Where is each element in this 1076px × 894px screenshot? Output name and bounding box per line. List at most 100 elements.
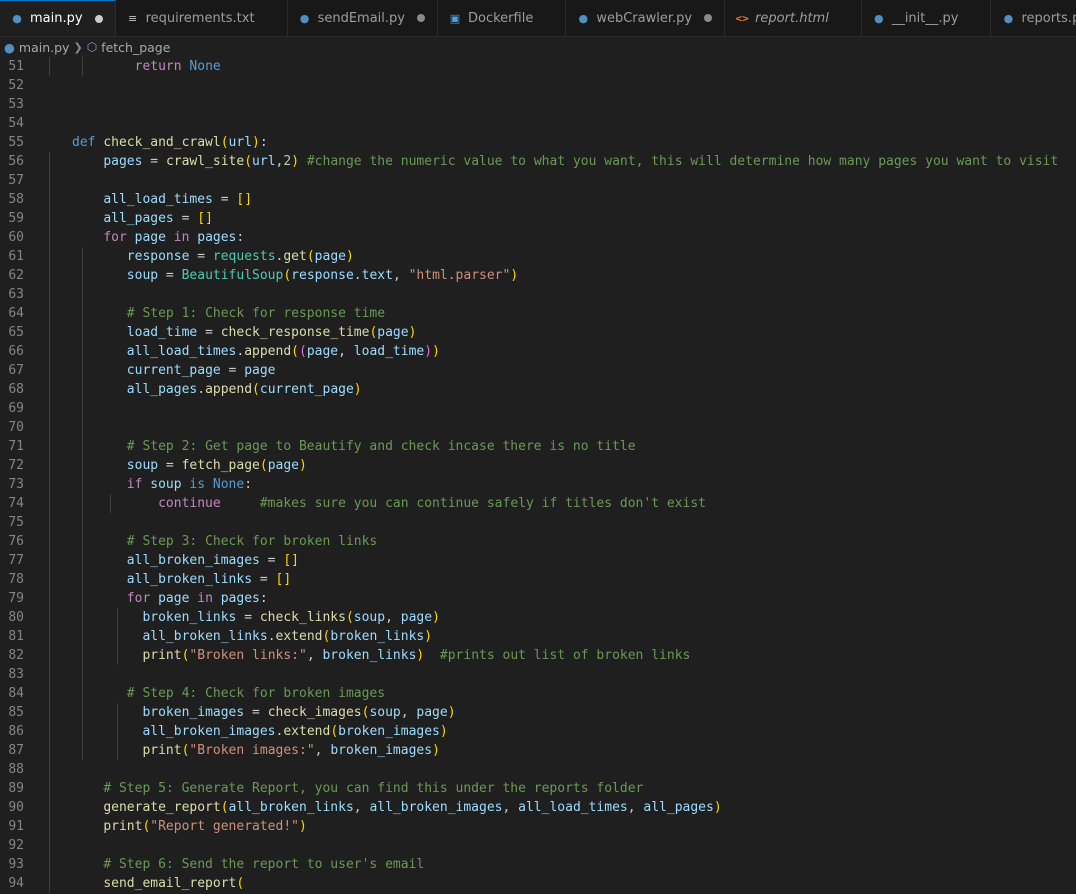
code-line[interactable]: 92 bbox=[0, 836, 1076, 855]
code-line[interactable]: 67 current_page = page bbox=[0, 361, 1076, 380]
code-token: = bbox=[158, 458, 182, 473]
indent-guide bbox=[82, 627, 83, 646]
code-line[interactable]: 70 bbox=[0, 418, 1076, 437]
code-line[interactable]: 75 bbox=[0, 513, 1076, 532]
code-line[interactable]: 93 # Step 6: Send the report to user's e… bbox=[0, 855, 1076, 874]
code-token: response bbox=[126, 249, 190, 264]
code-token: generate_report bbox=[103, 800, 221, 815]
code-line[interactable]: 94 send_email_report( bbox=[0, 874, 1076, 893]
breadcrumb-file[interactable]: main.py bbox=[19, 40, 70, 55]
code-token: all_broken_links bbox=[126, 572, 253, 587]
code-line[interactable]: 86 all_broken_images.extend(broken_image… bbox=[0, 722, 1076, 741]
code-text bbox=[24, 513, 1076, 532]
indent-guide bbox=[49, 361, 50, 380]
code-token: , bbox=[306, 648, 323, 663]
code-token: ) bbox=[299, 819, 307, 834]
code-line[interactable]: 69 bbox=[0, 399, 1076, 418]
code-line[interactable]: 79 for page in pages: bbox=[0, 589, 1076, 608]
tab-report-html[interactable]: <> report.html bbox=[725, 0, 862, 36]
code-token: load_time bbox=[126, 325, 198, 340]
tab-requirements-txt[interactable]: ≡ requirements.txt bbox=[116, 0, 288, 36]
code-editor[interactable]: 51 return None 52 53 54 55 def check_and_craw… bbox=[0, 57, 1076, 893]
code-line[interactable]: 90 generate_report(all_broken_links, all… bbox=[0, 798, 1076, 817]
indent-guide bbox=[49, 190, 50, 209]
code-token: : bbox=[236, 230, 245, 245]
python-icon: ● bbox=[874, 11, 884, 25]
code-line[interactable]: 51 return None bbox=[0, 57, 1076, 76]
code-line[interactable]: 82 print("Broken links:", broken_links) … bbox=[0, 646, 1076, 665]
code-text bbox=[24, 418, 1076, 437]
editor-tab-bar: ● main.py ≡ requirements.txt ● sendEmail.py ▣ D… bbox=[0, 0, 1076, 37]
tab-label: sendEmail.py bbox=[317, 10, 405, 26]
code-token: ( bbox=[330, 724, 339, 739]
breadcrumb-symbol[interactable]: fetch_page bbox=[101, 40, 170, 55]
code-line[interactable]: 65 load_time = check_response_time(page) bbox=[0, 323, 1076, 342]
code-token: for bbox=[126, 591, 151, 606]
code-line[interactable]: 59 all_pages = [] bbox=[0, 209, 1076, 228]
tab-reports-py[interactable]: ● reports.py bbox=[991, 0, 1076, 36]
code-line[interactable]: 77 all_broken_images = [] bbox=[0, 551, 1076, 570]
code-token: [] bbox=[283, 553, 299, 568]
unsaved-dot-icon[interactable] bbox=[94, 14, 103, 23]
code-token: page bbox=[377, 325, 409, 340]
code-token: soup bbox=[369, 705, 401, 720]
code-text: # Step 4: Check for broken images bbox=[24, 684, 1076, 703]
code-line[interactable]: 80 broken_links = check_links(soup, page… bbox=[0, 608, 1076, 627]
code-line[interactable]: 83 bbox=[0, 665, 1076, 684]
code-line[interactable]: 63 bbox=[0, 285, 1076, 304]
code-token: soup bbox=[353, 610, 386, 625]
indent-guide bbox=[82, 304, 83, 323]
code-token: [] bbox=[275, 572, 292, 587]
code-line[interactable]: 68 all_pages.append(current_page) bbox=[0, 380, 1076, 399]
code-line[interactable]: 52 bbox=[0, 76, 1076, 95]
code-line[interactable]: 61 response = requests.get(page) bbox=[0, 247, 1076, 266]
code-line[interactable]: 72 soup = fetch_page(page) bbox=[0, 456, 1076, 475]
code-line[interactable]: 78 all_broken_links = [] bbox=[0, 570, 1076, 589]
indent-guide bbox=[49, 779, 50, 798]
code-token: requests bbox=[212, 249, 276, 264]
code-line[interactable]: 74 continue #makes sure you can continue… bbox=[0, 494, 1076, 513]
tab-webcrawler-py[interactable]: ● webCrawler.py bbox=[566, 0, 726, 36]
code-text: soup = fetch_page(page) bbox=[24, 456, 1076, 475]
code-line[interactable]: 81 all_broken_links.extend(broken_links) bbox=[0, 627, 1076, 646]
code-token: all_broken_images bbox=[369, 800, 503, 815]
code-line[interactable]: 55 def check_and_crawl(url): bbox=[0, 133, 1076, 152]
code-text: all_broken_images = [] bbox=[24, 551, 1076, 570]
tab-dockerfile[interactable]: ▣ Dockerfile bbox=[438, 0, 567, 36]
tab--init-py[interactable]: ● __init__.py bbox=[862, 0, 992, 36]
code-line[interactable]: 64 # Step 1: Check for response time bbox=[0, 304, 1076, 323]
line-number: 56 bbox=[8, 154, 24, 169]
line-number: 84 bbox=[8, 686, 24, 701]
indent-guide bbox=[82, 475, 83, 494]
tab-sendemail-py[interactable]: ● sendEmail.py bbox=[288, 0, 438, 36]
code-line[interactable]: 91 print("Report generated!") bbox=[0, 817, 1076, 836]
indent-guide bbox=[49, 209, 50, 228]
code-line[interactable]: 89 # Step 5: Generate Report, you can fi… bbox=[0, 779, 1076, 798]
code-line[interactable]: 62 soup = BeautifulSoup(response.text, "… bbox=[0, 266, 1076, 285]
code-line[interactable]: 76 # Step 3: Check for broken links bbox=[0, 532, 1076, 551]
tab-main-py[interactable]: ● main.py bbox=[0, 0, 116, 36]
code-line[interactable]: 85 broken_images = check_images(soup, pa… bbox=[0, 703, 1076, 722]
code-line[interactable]: 87 print("Broken images:", broken_images… bbox=[0, 741, 1076, 760]
code-token: url bbox=[228, 135, 253, 150]
code-text bbox=[24, 171, 1076, 190]
code-line[interactable]: 71 # Step 2: Get page to Beautify and ch… bbox=[0, 437, 1076, 456]
unsaved-dot-icon[interactable] bbox=[704, 14, 713, 22]
code-line[interactable]: 88 bbox=[0, 760, 1076, 779]
code-line[interactable]: 54 bbox=[0, 114, 1076, 133]
indent-guide bbox=[49, 152, 50, 171]
code-line[interactable]: 56 pages = crawl_site(url,2) #change the… bbox=[0, 152, 1076, 171]
code-line[interactable]: 66 all_load_times.append((page, load_tim… bbox=[0, 342, 1076, 361]
code-token: # Step 1: Check for response time bbox=[126, 306, 386, 321]
code-line[interactable]: 57 bbox=[0, 171, 1076, 190]
code-line[interactable]: 58 all_load_times = [] bbox=[0, 190, 1076, 209]
code-line[interactable]: 60 for page in pages: bbox=[0, 228, 1076, 247]
unsaved-dot-icon[interactable] bbox=[417, 14, 425, 22]
indent-guide bbox=[117, 646, 118, 665]
code-line[interactable]: 73 if soup is None: bbox=[0, 475, 1076, 494]
code-token: pages bbox=[220, 591, 260, 606]
code-line[interactable]: 84 # Step 4: Check for broken images bbox=[0, 684, 1076, 703]
code-line[interactable]: 53 bbox=[0, 95, 1076, 114]
